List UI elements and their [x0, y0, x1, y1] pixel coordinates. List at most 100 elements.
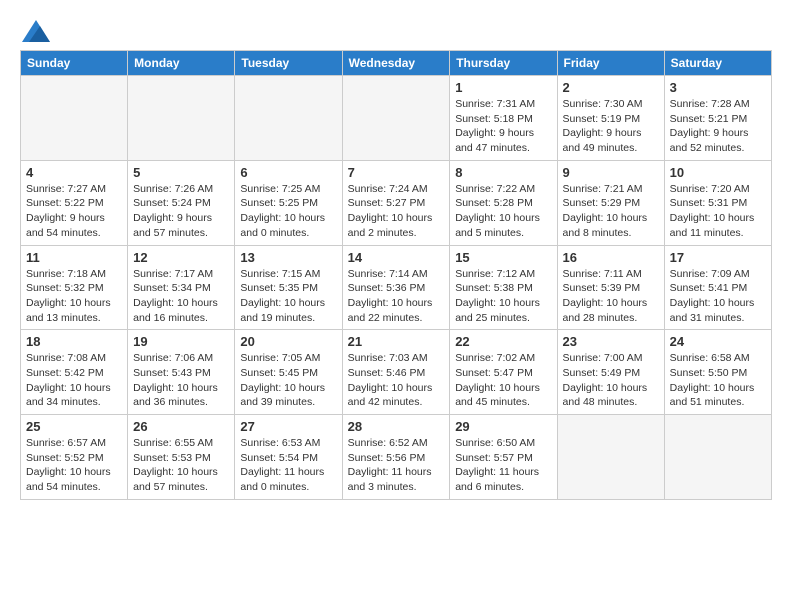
day-number: 18 — [26, 334, 122, 349]
calendar-cell: 21 Sunrise: 7:03 AMSunset: 5:46 PMDayligh… — [342, 330, 450, 415]
day-info: Sunrise: 7:12 AMSunset: 5:38 PMDaylight:… — [455, 267, 551, 326]
day-info: Sunrise: 7:21 AMSunset: 5:29 PMDaylight:… — [563, 182, 659, 241]
calendar-cell — [128, 76, 235, 161]
day-number: 13 — [240, 250, 336, 265]
day-number: 1 — [455, 80, 551, 95]
day-number: 6 — [240, 165, 336, 180]
week-row-2: 4Sunrise: 7:27 AMSunset: 5:22 PMDaylight… — [21, 160, 772, 245]
day-number: 19 — [133, 334, 229, 349]
calendar-cell: 27 Sunrise: 6:53 AMSunset: 5:54 PMDayligh… — [235, 415, 342, 500]
calendar-cell — [664, 415, 771, 500]
day-info: Sunrise: 6:52 AMSunset: 5:56 PMDaylight:… — [348, 436, 445, 495]
day-info: Sunrise: 7:08 AMSunset: 5:42 PMDaylight:… — [26, 351, 122, 410]
day-number: 9 — [563, 165, 659, 180]
day-info: Sunrise: 7:27 AMSunset: 5:22 PMDaylight:… — [26, 182, 122, 241]
calendar-cell: 10 Sunrise: 7:20 AMSunset: 5:31 PMDayligh… — [664, 160, 771, 245]
day-number: 2 — [563, 80, 659, 95]
calendar-cell — [342, 76, 450, 161]
calendar-cell: 19 Sunrise: 7:06 AMSunset: 5:43 PMDayligh… — [128, 330, 235, 415]
day-number: 24 — [670, 334, 766, 349]
day-info: Sunrise: 7:26 AMSunset: 5:24 PMDaylight:… — [133, 182, 229, 241]
weekday-header-friday: Friday — [557, 51, 664, 76]
day-number: 29 — [455, 419, 551, 434]
day-number: 11 — [26, 250, 122, 265]
day-info: Sunrise: 7:18 AMSunset: 5:32 PMDaylight:… — [26, 267, 122, 326]
calendar-cell — [235, 76, 342, 161]
weekday-header-monday: Monday — [128, 51, 235, 76]
calendar-cell: 22 Sunrise: 7:02 AMSunset: 5:47 PMDayligh… — [450, 330, 557, 415]
week-row-4: 18 Sunrise: 7:08 AMSunset: 5:42 PMDayligh… — [21, 330, 772, 415]
day-info: Sunrise: 6:57 AMSunset: 5:52 PMDaylight:… — [26, 436, 122, 495]
day-info: Sunrise: 7:25 AMSunset: 5:25 PMDaylight:… — [240, 182, 336, 241]
weekday-header-wednesday: Wednesday — [342, 51, 450, 76]
day-number: 25 — [26, 419, 122, 434]
day-info: Sunrise: 6:50 AMSunset: 5:57 PMDaylight:… — [455, 436, 551, 495]
day-number: 17 — [670, 250, 766, 265]
day-number: 8 — [455, 165, 551, 180]
calendar: SundayMondayTuesdayWednesdayThursdayFrid… — [20, 50, 772, 500]
calendar-cell: 2 Sunrise: 7:30 AMSunset: 5:19 PMDaylight… — [557, 76, 664, 161]
day-info: Sunrise: 7:17 AMSunset: 5:34 PMDaylight:… — [133, 267, 229, 326]
calendar-cell: 9 Sunrise: 7:21 AMSunset: 5:29 PMDaylight… — [557, 160, 664, 245]
day-info: Sunrise: 7:06 AMSunset: 5:43 PMDaylight:… — [133, 351, 229, 410]
day-info: Sunrise: 7:24 AMSunset: 5:27 PMDaylight:… — [348, 182, 445, 241]
day-info: Sunrise: 7:02 AMSunset: 5:47 PMDaylight:… — [455, 351, 551, 410]
day-info: Sunrise: 7:22 AMSunset: 5:28 PMDaylight:… — [455, 182, 551, 241]
day-info: Sunrise: 6:55 AMSunset: 5:53 PMDaylight:… — [133, 436, 229, 495]
day-number: 15 — [455, 250, 551, 265]
calendar-cell: 29 Sunrise: 6:50 AMSunset: 5:57 PMDayligh… — [450, 415, 557, 500]
calendar-cell: 20 Sunrise: 7:05 AMSunset: 5:45 PMDayligh… — [235, 330, 342, 415]
header — [20, 16, 772, 42]
week-row-3: 11 Sunrise: 7:18 AMSunset: 5:32 PMDayligh… — [21, 245, 772, 330]
day-info: Sunrise: 6:58 AMSunset: 5:50 PMDaylight:… — [670, 351, 766, 410]
calendar-cell: 26 Sunrise: 6:55 AMSunset: 5:53 PMDayligh… — [128, 415, 235, 500]
calendar-cell: 5 Sunrise: 7:26 AMSunset: 5:24 PMDaylight… — [128, 160, 235, 245]
calendar-cell: 3 Sunrise: 7:28 AMSunset: 5:21 PMDaylight… — [664, 76, 771, 161]
day-number: 3 — [670, 80, 766, 95]
day-info: Sunrise: 7:30 AMSunset: 5:19 PMDaylight:… — [563, 97, 659, 156]
calendar-cell: 11 Sunrise: 7:18 AMSunset: 5:32 PMDayligh… — [21, 245, 128, 330]
day-info: Sunrise: 7:09 AMSunset: 5:41 PMDaylight:… — [670, 267, 766, 326]
calendar-cell: 1 Sunrise: 7:31 AMSunset: 5:18 PMDaylight… — [450, 76, 557, 161]
weekday-header-saturday: Saturday — [664, 51, 771, 76]
day-info: Sunrise: 7:11 AMSunset: 5:39 PMDaylight:… — [563, 267, 659, 326]
calendar-cell: 12 Sunrise: 7:17 AMSunset: 5:34 PMDayligh… — [128, 245, 235, 330]
day-number: 21 — [348, 334, 445, 349]
day-info: Sunrise: 6:53 AMSunset: 5:54 PMDaylight:… — [240, 436, 336, 495]
day-info: Sunrise: 7:00 AMSunset: 5:49 PMDaylight:… — [563, 351, 659, 410]
weekday-header-tuesday: Tuesday — [235, 51, 342, 76]
day-number: 16 — [563, 250, 659, 265]
day-info: Sunrise: 7:31 AMSunset: 5:18 PMDaylight:… — [455, 97, 551, 156]
day-info: Sunrise: 7:20 AMSunset: 5:31 PMDaylight:… — [670, 182, 766, 241]
day-number: 27 — [240, 419, 336, 434]
calendar-cell: 28 Sunrise: 6:52 AMSunset: 5:56 PMDayligh… — [342, 415, 450, 500]
day-number: 26 — [133, 419, 229, 434]
day-info: Sunrise: 7:14 AMSunset: 5:36 PMDaylight:… — [348, 267, 445, 326]
day-number: 14 — [348, 250, 445, 265]
day-info: Sunrise: 7:03 AMSunset: 5:46 PMDaylight:… — [348, 351, 445, 410]
calendar-cell — [557, 415, 664, 500]
calendar-cell — [21, 76, 128, 161]
day-number: 28 — [348, 419, 445, 434]
day-number: 23 — [563, 334, 659, 349]
day-info: Sunrise: 7:28 AMSunset: 5:21 PMDaylight:… — [670, 97, 766, 156]
day-number: 10 — [670, 165, 766, 180]
calendar-cell: 14 Sunrise: 7:14 AMSunset: 5:36 PMDayligh… — [342, 245, 450, 330]
day-number: 22 — [455, 334, 551, 349]
day-number: 7 — [348, 165, 445, 180]
calendar-cell: 8 Sunrise: 7:22 AMSunset: 5:28 PMDaylight… — [450, 160, 557, 245]
day-number: 12 — [133, 250, 229, 265]
logo — [20, 20, 50, 42]
calendar-cell: 25 Sunrise: 6:57 AMSunset: 5:52 PMDayligh… — [21, 415, 128, 500]
calendar-cell: 13 Sunrise: 7:15 AMSunset: 5:35 PMDayligh… — [235, 245, 342, 330]
calendar-cell: 18 Sunrise: 7:08 AMSunset: 5:42 PMDayligh… — [21, 330, 128, 415]
day-info: Sunrise: 7:05 AMSunset: 5:45 PMDaylight:… — [240, 351, 336, 410]
week-row-1: 1 Sunrise: 7:31 AMSunset: 5:18 PMDaylight… — [21, 76, 772, 161]
day-number: 5 — [133, 165, 229, 180]
weekday-header-thursday: Thursday — [450, 51, 557, 76]
weekday-header-row: SundayMondayTuesdayWednesdayThursdayFrid… — [21, 51, 772, 76]
calendar-cell: 24 Sunrise: 6:58 AMSunset: 5:50 PMDayligh… — [664, 330, 771, 415]
logo-icon — [22, 20, 50, 42]
day-info: Sunrise: 7:15 AMSunset: 5:35 PMDaylight:… — [240, 267, 336, 326]
day-number: 20 — [240, 334, 336, 349]
